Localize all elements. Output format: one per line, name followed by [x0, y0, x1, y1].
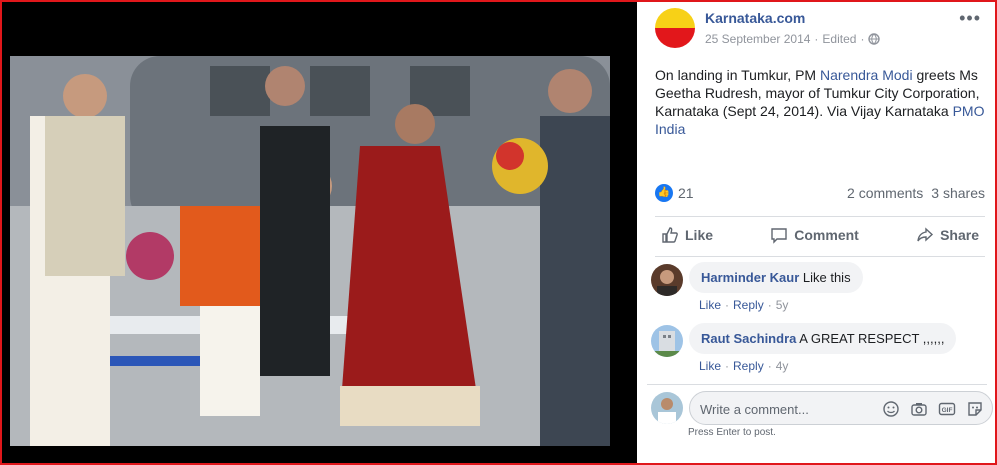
edited-label[interactable]: Edited [822, 32, 856, 46]
press-enter-hint: Press Enter to post. [688, 427, 776, 438]
comment-text: Like this [802, 270, 851, 285]
dot-separator: · [725, 298, 730, 312]
meta-separator: · [814, 32, 819, 46]
comment-icon [771, 228, 787, 244]
dot-separator: · [767, 298, 772, 312]
reaction-count[interactable]: 21 [678, 185, 694, 201]
comment-button[interactable]: Comment [764, 220, 865, 250]
gif-icon[interactable]: GIF [938, 400, 956, 418]
mention-link[interactable]: Narendra Modi [820, 67, 913, 83]
post-photo[interactable] [10, 56, 610, 446]
share-button[interactable]: Share [910, 220, 985, 250]
photo-viewer [2, 2, 637, 463]
post-panel: Karnataka.com 25 September 2014 · Edited… [639, 2, 995, 463]
post-meta: 25 September 2014 · Edited · [705, 32, 881, 46]
comment-count[interactable]: 2 comments [847, 185, 923, 201]
thumbs-up-icon [662, 227, 678, 243]
comment-reply-link[interactable]: Reply [733, 359, 764, 373]
my-avatar [651, 392, 683, 424]
comment-label: Comment [794, 227, 859, 243]
post-text: On landing in Tumkur, PM Narendra Modi g… [655, 66, 985, 138]
comment-actions: Like · Reply · 4y [699, 359, 788, 373]
reactions-bar: 👍 21 2 comments 3 shares [655, 184, 985, 204]
composer-icons: GIF [882, 400, 984, 418]
svg-text:GIF: GIF [942, 407, 953, 414]
dot-separator: · [767, 359, 772, 373]
share-label: Share [940, 227, 979, 243]
page-avatar[interactable] [655, 8, 695, 48]
dot-separator: · [725, 359, 730, 373]
commenter-name[interactable]: Raut Sachindra [701, 331, 796, 346]
divider [647, 384, 987, 385]
divider [655, 216, 985, 217]
comment-actions: Like · Reply · 5y [699, 298, 788, 312]
post-text-part: On landing in Tumkur, PM [655, 67, 820, 83]
comment-composer: GIF [689, 391, 993, 425]
comment-item: Raut Sachindra A GREAT RESPECT ,,,,,, Li… [651, 323, 987, 379]
more-horizontal-icon[interactable]: ••• [959, 8, 981, 29]
comment-bubble: Harminder Kaur Like this [689, 262, 863, 293]
comment-input[interactable] [700, 399, 870, 419]
post-actions: Like Comment Share [655, 220, 985, 250]
like-reaction-icon[interactable]: 👍 [655, 184, 673, 202]
avatar[interactable] [651, 325, 683, 357]
comment-reply-link[interactable]: Reply [733, 298, 764, 312]
sticker-icon[interactable] [966, 400, 984, 418]
share-icon [917, 227, 934, 242]
comment-item: Harminder Kaur Like this Like · Reply · … [651, 262, 987, 318]
comment-text: A GREAT RESPECT ,,,,,, [799, 331, 945, 346]
avatar[interactable] [651, 264, 683, 296]
post-date[interactable]: 25 September 2014 [705, 32, 810, 46]
comment-like-link[interactable]: Like [699, 359, 721, 373]
share-count[interactable]: 3 shares [931, 185, 985, 201]
globe-icon [868, 33, 881, 45]
comment-like-link[interactable]: Like [699, 298, 721, 312]
meta-separator: · [860, 32, 865, 46]
comment-time[interactable]: 5y [776, 298, 789, 312]
divider [655, 256, 985, 257]
comment-bubble: Raut Sachindra A GREAT RESPECT ,,,,,, [689, 323, 957, 354]
emoji-icon[interactable] [882, 400, 900, 418]
comment-time[interactable]: 4y [776, 359, 789, 373]
page-name-link[interactable]: Karnataka.com [705, 10, 805, 26]
commenter-name[interactable]: Harminder Kaur [701, 270, 799, 285]
like-label: Like [685, 227, 714, 243]
camera-icon[interactable] [910, 400, 928, 418]
photo-illustration [10, 56, 610, 446]
post-header: Karnataka.com 25 September 2014 · Edited… [655, 8, 985, 52]
like-button[interactable]: Like [655, 220, 719, 250]
